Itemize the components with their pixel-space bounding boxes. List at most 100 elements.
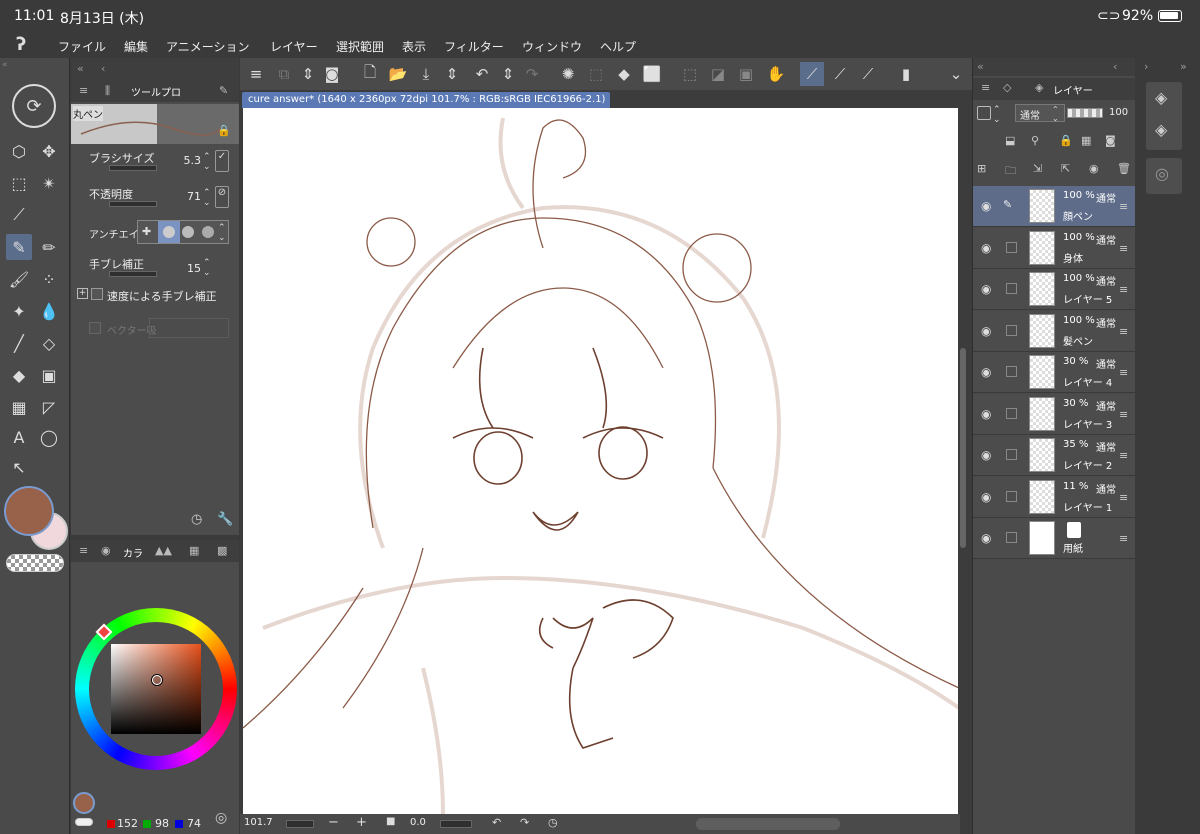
tab-color[interactable]: カラ [123,545,143,560]
drag-handle-icon[interactable]: ≡ [1119,532,1128,545]
tab-tool-property[interactable]: ツールプロ [131,84,181,99]
menu-view[interactable]: 表示 [402,38,426,55]
blend-tool-icon[interactable]: 💧 [36,298,62,324]
collapse-icon[interactable]: « [2,60,68,70]
drag-handle-icon[interactable]: ≡ [1119,408,1128,421]
opacity-slider[interactable] [1067,108,1103,118]
drag-handle-icon[interactable]: ≡ [1119,449,1128,462]
stop-icon[interactable]: ■ [386,816,395,827]
menu-window[interactable]: ウィンドウ [522,38,582,55]
layer-lock-checkbox[interactable] [1006,366,1017,377]
antialias-stepper-icon[interactable]: ⌃ ⌄ [218,223,226,243]
eye-icon[interactable]: ◉ [981,324,991,338]
correct-line-tool-icon[interactable]: ↖ [6,454,32,480]
expand-icon[interactable]: + [77,288,88,299]
chevron-down-icon[interactable]: ⌄ [944,62,968,86]
stabilization-slider[interactable] [109,271,157,277]
eye-icon[interactable]: ◉ [981,531,991,545]
layer-lock-checkbox[interactable] [1006,532,1017,543]
menu-animation[interactable]: アニメーション [166,38,250,55]
auto-select-tool-icon[interactable]: ✴ [36,170,62,196]
new-file-icon[interactable]: 🗋 [358,62,382,86]
blue-value[interactable]: 74 [187,817,201,830]
panel-menu-icon[interactable]: ≡ [79,84,88,97]
new-folder-icon[interactable]: 🗀 [1005,162,1016,181]
cloud-icon[interactable]: ◙ [320,62,344,86]
transform-icon[interactable]: ⧉ [272,62,296,86]
menu-file[interactable]: ファイル [58,38,106,55]
deselect-icon[interactable]: ⬚ [678,62,702,86]
app-logo-icon[interactable]: ʔ [16,34,26,55]
balloon-tool-icon[interactable]: ◯ [36,424,62,450]
rotate-right-icon[interactable]: ↷ [520,816,529,829]
layers-icon[interactable]: ◈ [1155,120,1167,139]
operation-tool-icon[interactable]: ⬡ [6,138,32,164]
snap-grid-icon[interactable]: ⟋ [856,62,880,86]
drag-handle-icon[interactable]: ≡ [1119,242,1128,255]
undo-redo-dial-icon[interactable]: ⟳ [12,84,56,128]
layer-mask-icon[interactable]: ◉ [1089,162,1099,175]
undo-icon[interactable]: ↶ [470,62,494,86]
frame-tool-icon[interactable]: ▦ [6,394,32,420]
layer-row[interactable]: ◉ 100 % 通常 髪ペン ≡ [973,310,1135,352]
settings-dial-icon[interactable]: ◷ [191,512,202,527]
layer-row[interactable]: ◉ 30 % 通常 レイヤー 4 ≡ [973,352,1135,393]
layer-menu-icon[interactable]: ≡ [981,81,990,94]
antialias-medium-option[interactable] [182,226,194,238]
layer-lock-checkbox[interactable] [1006,241,1017,253]
airbrush-tool-icon[interactable]: ⁘ [36,266,62,292]
eye-icon[interactable]: ◉ [981,241,991,255]
vector-selector[interactable] [149,318,229,338]
menu-layer[interactable]: レイヤー [270,38,318,55]
opacity-pressure-icon[interactable]: ⊘ [215,186,229,208]
sv-cursor[interactable] [152,675,162,685]
strip-collapse2-icon[interactable]: » [1180,60,1187,73]
layer-lock-checkbox[interactable] [1006,490,1017,502]
mask-icon[interactable]: ◙ [1105,134,1116,147]
selection-border-icon[interactable]: ▣ [734,62,758,86]
navigator-icon[interactable]: ◎ [1155,164,1169,183]
lock-icon[interactable]: 🔒 [217,124,231,137]
layer-lock-checkbox[interactable] [1006,324,1017,336]
loading-icon[interactable]: ✺ [556,62,580,86]
color-wheel-tab-icon[interactable]: ◉ [101,544,111,557]
layer-lock-checkbox[interactable] [1006,283,1017,294]
color-set-tab-icon[interactable]: ▲▲ [155,544,172,557]
document-tab[interactable]: cure answer* (1640 x 2360px 72dpi 101.7%… [242,92,610,108]
brush-size-pressure-icon[interactable]: ✓ [215,150,229,172]
layer-lock-checkbox[interactable] [1006,407,1017,419]
eye-icon[interactable]: ◉ [981,282,991,296]
zoom-out-icon[interactable]: − [328,815,339,830]
angle-value[interactable]: 0.0 [410,817,426,828]
reference-layer-icon[interactable]: ⚲ [1031,134,1039,147]
eye-icon[interactable]: ◉ [981,448,991,462]
save-icon[interactable]: ⤓ [414,62,438,86]
blend-mode-select[interactable]: 通常 ⌃ ⌄ [1015,104,1065,123]
menu-help[interactable]: ヘルプ [600,38,636,55]
layer-row[interactable]: ◉ 用紙 ≡ [973,518,1135,559]
drag-handle-icon[interactable]: ≡ [1119,325,1128,338]
clear-icon[interactable]: ⬚ [584,62,608,86]
open-icon[interactable]: 📂 [386,62,410,86]
snap-ruler-icon[interactable]: ⟋ [800,62,824,86]
brush-size-stepper-icon[interactable]: ⌃ ⌄ [203,152,211,172]
brush-size-value[interactable]: 5.3 [171,154,202,167]
pen-tool-icon[interactable]: ✎ [6,234,32,260]
merge-down-icon[interactable]: ⇱ [1061,162,1070,175]
fill-icon[interactable]: ◆ [612,62,636,86]
mini-main-color-swatch[interactable] [73,792,95,814]
eraser-tool-icon[interactable]: ◇ [36,330,62,356]
crop-icon[interactable]: ⬜ [640,62,664,86]
drag-handle-icon[interactable]: ≡ [1119,200,1128,213]
reset-rotation-icon[interactable]: ◷ [548,816,558,829]
eye-icon[interactable]: ◉ [981,199,991,213]
stabilization-stepper-icon[interactable]: ⌃ ⌄ [203,258,211,278]
stabilization-value[interactable]: 15 [171,262,201,275]
layer-color-stepper-icon[interactable]: ⌃ ⌄ [993,105,1001,125]
snap-special-ruler-icon[interactable]: ⟋ [828,62,852,86]
drawing-canvas[interactable] [243,108,959,814]
layer-row[interactable]: ◉ 30 % 通常 レイヤー 3 ≡ [973,393,1135,435]
collapse-left-icon[interactable]: « [77,62,84,75]
invert-selection-icon[interactable]: ◪ [706,62,730,86]
antialias-strong-option[interactable] [202,226,214,238]
